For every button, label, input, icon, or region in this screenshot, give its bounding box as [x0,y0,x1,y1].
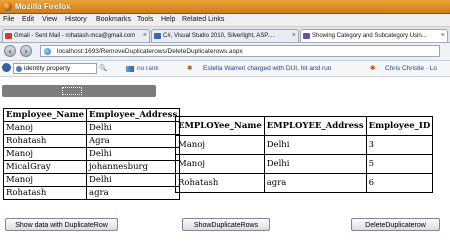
no-rank-label[interactable]: no rank [137,62,159,75]
news-headline[interactable]: Estella Warren charged with DUI, hit and… [203,62,331,75]
search-icon[interactable]: 🔍 [99,62,107,75]
table-row: Manoj Delhi 5 [175,154,434,174]
menu-file[interactable]: File [3,14,14,26]
table-cell: Delhi [263,135,367,155]
close-icon[interactable]: × [143,30,147,42]
url-text: localhost:1693/RemoveDuplicaterows/Delet… [57,48,243,55]
search-toolbar: identity property 🔍 no rank ✱ Estella Wa… [0,61,450,77]
table-row: Rohatash Agra [3,134,181,148]
address-bar[interactable]: localhost:1693/RemoveDuplicaterows/Delet… [40,45,440,57]
search-value: identity property [24,65,71,72]
show-duplicate-rows-button[interactable]: ShowDuplicateRows [182,218,270,231]
tab-gmail[interactable]: Gmail - Sent Mail - rohatash.mca@gmail.c… [2,29,150,42]
menu-view[interactable]: View [42,14,57,26]
news-headline[interactable]: Chris Christie · Lo [385,62,437,75]
table-cell: johannesburg [85,160,181,174]
search-engine-icon [16,66,22,72]
table-cell: Manoj [3,147,87,161]
table-cell: 6 [365,173,434,193]
table-cell: Delhi [85,147,181,161]
show-data-with-duplicate-row-button[interactable]: Show data with DuplicateRow [5,218,118,231]
site-icon [303,33,310,39]
table-cell: MicalGray [3,160,87,174]
rank-bar-icon [126,66,134,72]
table-row: Manoj Delhi [3,121,181,135]
table-cell: Manoj [3,173,87,187]
table-cell: Manoj [3,121,87,135]
menu-bar: File Edit View History Bookmarks Tools H… [0,14,450,27]
status-strip [2,85,156,97]
news-icon: ✱ [187,65,193,72]
window-title: Mozilla Firefox [15,2,71,11]
menu-help[interactable]: Help [161,14,175,26]
menu-bookmarks[interactable]: Bookmarks [96,14,131,26]
globe-icon [44,48,51,55]
table-cell: agra [85,186,181,200]
duplicate-rows-table: EMPLOYee_Name EMPLOYEE_Address Employee_… [175,116,434,193]
column-header: Employee_Address [85,108,181,122]
table-cell: Delhi [85,173,181,187]
tab-label: Showing Category and Subcategory Usin... [312,33,427,39]
toolbar-search-input[interactable]: identity property [13,63,97,74]
tab-showing-category[interactable]: Showing Category and Subcategory Usin...… [300,29,448,42]
delete-duplicate-row-button[interactable]: DeleteDuplicaterow [351,218,440,231]
toolbar-logo-icon[interactable] [2,63,11,72]
column-header: Employee_Name [3,108,87,122]
firefox-icon [3,2,12,11]
tab-label: Gmail - Sent Mail - rohatash.mca@gmail.c… [14,33,136,39]
site-icon [154,33,161,39]
tab-bar: Gmail - Sent Mail - rohatash.mca@gmail.c… [0,27,450,43]
menu-tools[interactable]: Tools [137,14,153,26]
table-cell: Rohatash [3,186,87,200]
employee-table: Employee_Name Employee_Address Manoj Del… [3,108,181,200]
table-cell: Rohatash [3,134,87,148]
table-cell: Manoj [175,154,265,174]
table-row: Manoj Delhi [3,173,181,187]
table-cell: 3 [365,135,434,155]
news-icon: ✱ [370,65,376,72]
menu-related-links[interactable]: Related Links [182,14,224,26]
table-cell: Manoj [175,135,265,155]
table-row: MicalGray johannesburg [3,160,181,174]
menu-edit[interactable]: Edit [22,14,34,26]
back-icon[interactable]: ‹ [4,45,16,57]
column-header: EMPLOYEE_Address [263,116,367,136]
column-header: Employee_ID [365,116,434,136]
forward-icon[interactable]: › [20,45,32,57]
table-row: Manoj Delhi 3 [175,135,434,155]
table-row: Rohatash agra 6 [175,173,434,193]
dotted-focus-box [62,87,82,95]
table-cell: agra [263,173,367,193]
table-cell: Delhi [263,154,367,174]
close-icon[interactable]: × [441,30,445,42]
table-cell: Agra [85,134,181,148]
table-cell: 5 [365,154,434,174]
navigation-bar: ‹ › localhost:1693/RemoveDuplicaterows/D… [0,43,450,61]
close-icon[interactable]: × [292,30,296,42]
window-titlebar: Mozilla Firefox [0,0,450,14]
tab-label: C#, Visual Studio 2010, Silverlight, ASP… [163,33,275,39]
table-row: Manoj Delhi [3,147,181,161]
tab-csharp[interactable]: C#, Visual Studio 2010, Silverlight, ASP… [151,29,299,42]
menu-history[interactable]: History [65,14,87,26]
column-header: EMPLOYee_Name [175,116,265,136]
table-row: Rohatash agra [3,186,181,200]
gmail-icon [5,33,12,39]
table-cell: Rohatash [175,173,265,193]
table-cell: Delhi [85,121,181,135]
